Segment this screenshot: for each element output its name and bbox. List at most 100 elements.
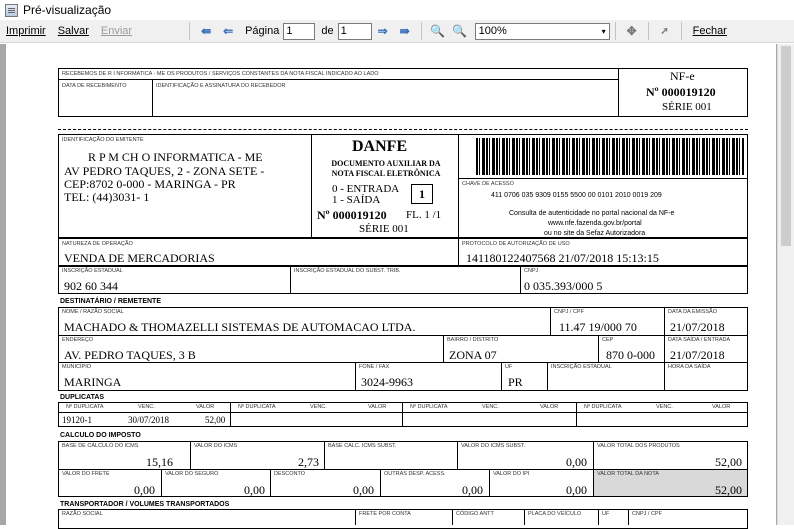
separator: [680, 22, 682, 40]
emitente-label: IDENTIFICAÇÃO DO EMITENTE: [62, 137, 144, 143]
dup-valor-header-4: VALOR: [712, 404, 731, 410]
total-pages-field: 1: [337, 22, 372, 40]
desconto-label: DESCONTO: [274, 471, 306, 477]
cep-label: CEP: [602, 337, 614, 343]
scrollbar-thumb[interactable]: [781, 46, 791, 246]
receipt-date-label: DATA DE RECEBIMENTO: [62, 83, 127, 89]
danfe-title: DANFE: [352, 138, 408, 155]
protocolo-value: 141180122407568 21/07/2018 15:13:15: [466, 251, 659, 265]
dest-address-value: AV. PEDRO TAQUES, 3 B: [64, 348, 196, 362]
desconto-value: 0,00: [353, 483, 374, 497]
prod-total-value: 52,00: [715, 455, 742, 469]
emitente-phone: TEL: (44)3031- 1: [64, 190, 150, 204]
transp-antt-label: CÓDIGO ANTT: [456, 511, 494, 517]
close-button[interactable]: Fechar: [687, 21, 733, 42]
icms-st-label: VALOR DO ICMS SUBST.: [461, 443, 526, 449]
dest-cnpj-value: 11.47 19/000 70: [559, 320, 637, 334]
zoom-in-icon[interactable]: 🔍: [451, 22, 469, 40]
next-page-icon[interactable]: ⇒: [374, 22, 392, 40]
separator: [614, 22, 616, 40]
dup-valor-header: VALOR: [196, 404, 215, 410]
cut-line: [58, 129, 748, 130]
bairro-label: BAIRRO / DISTRITO: [447, 337, 499, 343]
cnpj-label: CNPJ: [524, 268, 539, 274]
page-input[interactable]: 1: [283, 22, 316, 40]
transporte-section: TRANSPORTADOR / VOLUMES TRANSPORTADOS: [60, 501, 230, 508]
icms-st-value: 0,00: [566, 455, 587, 469]
saida-label: DATA SAÍDA / ENTRADA: [668, 337, 731, 343]
separator: [189, 22, 191, 40]
destinatario-section: DESTINATÁRIO / REMETENTE: [60, 298, 161, 305]
danfe-number: Nº 000019120: [317, 208, 387, 222]
bc-icms-value: 15,16: [146, 455, 173, 469]
uf-value: PR: [508, 375, 523, 389]
danfe-subtitle: DOCUMENTO AUXILIAR DA NOTA FISCAL ELETRÔ…: [331, 159, 441, 178]
ie-st-label: INSCRIÇÃO ESTADUAL DO SUBST. TRIB.: [294, 268, 401, 274]
first-page-icon[interactable]: ⇚: [197, 22, 215, 40]
seguro-label: VALOR DO SEGURO: [165, 471, 219, 477]
imposto-section: CALCULO DO IMPOSTO: [60, 432, 141, 439]
send-button[interactable]: Enviar: [95, 21, 138, 42]
canhoto-number: Nº 000019120: [646, 85, 716, 99]
separator: [420, 22, 422, 40]
ipi-value: 0,00: [566, 483, 587, 497]
access-key-label: CHAVE DE ACESSO: [462, 181, 514, 187]
danfe-serie: SÉRIE 001: [359, 223, 409, 235]
zoom-select[interactable]: 100% ▾: [474, 22, 610, 40]
outras-label: OUTRAS DESP. ACESS.: [384, 471, 446, 477]
nota-total-label: VALOR TOTAL DA NOTA: [597, 471, 659, 477]
emissao-label: DATA DA EMISSÃO: [668, 309, 718, 315]
document-page: RECEBEMOS DE R I NFORMATICA - ME OS PROD…: [6, 44, 776, 529]
seguro-value: 0,00: [244, 483, 265, 497]
dup-valor-header-2: VALOR: [368, 404, 387, 410]
ie-box: [58, 266, 748, 294]
dup-num-header: Nº DUPLICATA: [66, 404, 104, 410]
print-button[interactable]: Imprimir: [0, 21, 52, 42]
dup-venc-header-2: VENC.: [310, 404, 327, 410]
transp-frete-label: FRETE POR CONTA: [359, 511, 411, 517]
saida-value: 21/07/2018: [670, 348, 725, 362]
danfe-type-box: 1: [411, 184, 433, 204]
transp-cnpj-label: CNPJ / CPF: [632, 511, 662, 517]
window-title: Pré-visualização: [23, 3, 112, 17]
access-key-barcode: [476, 138, 744, 175]
title-bar: Pré-visualização: [0, 0, 794, 20]
toolbar: Imprimir Salvar Enviar ⇚ ⇐ Página 1 de 1…: [0, 20, 794, 43]
transp-uf-label: UF: [602, 511, 610, 517]
dup-valor-header-3: VALOR: [540, 404, 559, 410]
canhoto-nfe: NF-e: [670, 69, 695, 83]
ipi-label: VALOR DO IPI: [493, 471, 530, 477]
dup-venc-header-4: VENC.: [656, 404, 673, 410]
protocolo-label: PROTOCOLO DE AUTORIZAÇÃO DE USO: [462, 241, 570, 247]
municipio-value: MARINGA: [64, 375, 122, 389]
dup-num-header-4: Nº DUPLICATA: [584, 404, 622, 410]
municipio-label: MUNICÍPIO: [62, 364, 92, 370]
outras-value: 0,00: [462, 483, 483, 497]
hora-label: HORA DA SAÍDA: [668, 364, 711, 370]
duplicatas-section: DUPLICATAS: [60, 394, 105, 401]
fit-page-icon[interactable]: ✥: [623, 22, 641, 40]
separator: [647, 22, 649, 40]
dup-valor: 52,00: [205, 415, 226, 425]
fone-label: FONE / FAX: [359, 364, 390, 370]
pointer-icon[interactable]: ➚: [656, 22, 674, 40]
bc-st-label: BASE CALC. ICMS SUBST.: [328, 443, 397, 449]
previous-page-icon[interactable]: ⇐: [219, 22, 237, 40]
cnpj-value: 0 035.393/000 5: [524, 279, 603, 293]
canhoto-received-label: RECEBEMOS DE R I NFORMATICA - ME OS PROD…: [62, 71, 379, 77]
danfe-saida: 1 - SAÍDA: [332, 194, 381, 206]
vertical-scrollbar[interactable]: [777, 44, 794, 525]
last-page-icon[interactable]: ⇛: [396, 22, 414, 40]
fone-value: 3024-9963: [361, 375, 413, 389]
save-button[interactable]: Salvar: [52, 21, 95, 42]
zoom-value: 100%: [478, 25, 507, 37]
natureza-label: NATUREZA DE OPERAÇÃO: [62, 241, 133, 247]
frete-value: 0,00: [134, 483, 155, 497]
dup-venc-header: VENC.: [138, 404, 155, 410]
frete-label: VALOR DO FRETE: [62, 471, 110, 477]
receiver-sign-label: IDENTIFICAÇÃO E ASSINATURA DO RECEBEDOR: [156, 83, 286, 89]
zoom-out-icon[interactable]: 🔍: [429, 22, 447, 40]
transp-placa-label: PLACA DO VEÍCULO: [528, 511, 582, 517]
natureza-value: VENDA DE MERCADORIAS: [64, 251, 215, 265]
access-key-value: 411 0706 035 9309 0155 5500 00 0101 2010…: [491, 192, 662, 199]
